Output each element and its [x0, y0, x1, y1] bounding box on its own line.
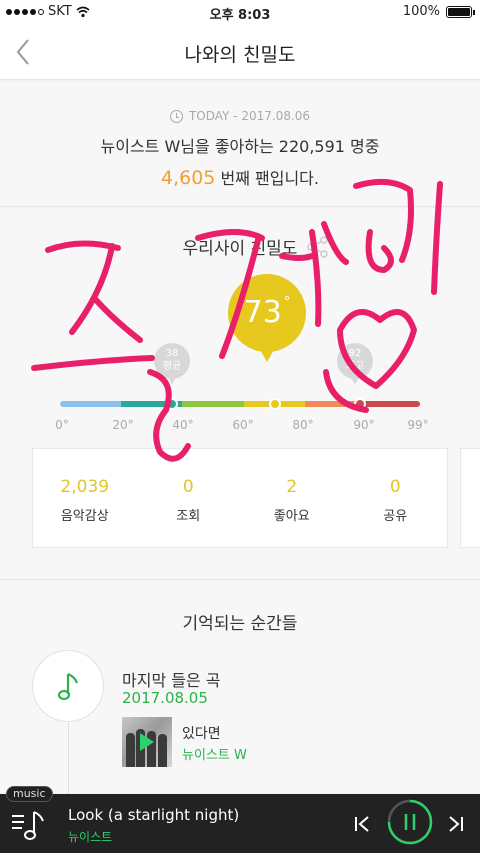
max-label: 최고	[345, 361, 365, 372]
music-badge: music	[6, 786, 53, 802]
average-marker	[166, 398, 178, 410]
gauge-segment	[182, 401, 244, 407]
fan-ranking-section: TODAY - 2017.08.06 뉴이스트 W님을 좋아하는 220,591…	[0, 81, 480, 207]
pause-icon	[387, 799, 433, 845]
gauge-tick-labels: 0° 20° 40° 60° 80° 90° 99°	[0, 418, 480, 436]
album-art[interactable]	[122, 717, 172, 767]
clock-icon	[169, 109, 183, 123]
page-title: 나와의 친밀도	[184, 44, 296, 66]
intimacy-section: 우리사이 친밀도 73 ° 38 평균 92 최고 0° 20° 40° 60° …	[0, 208, 480, 580]
moments-title: 기억되는 순간들	[182, 614, 298, 634]
max-value: 92	[348, 348, 362, 359]
stat-value: 0	[182, 477, 194, 497]
song-title[interactable]: 있다면	[182, 723, 221, 743]
timeline-line	[68, 721, 69, 801]
stat-label: 좋아요	[273, 509, 310, 524]
score-marker	[269, 398, 281, 410]
moments-section: 기억되는 순간들 마지막 들은 곡 2017.08.05 있다면 뉴이스트 W	[0, 581, 480, 801]
intimacy-score: 73	[243, 295, 282, 330]
stat-value: 2,039	[60, 477, 110, 497]
gauge-segment	[60, 401, 122, 407]
mini-player[interactable]: music Look (a starlight night) 뉴이스트	[0, 786, 480, 853]
skip-next-icon	[449, 816, 463, 832]
rank-suffix: 번째 팬입니다.	[220, 169, 320, 188]
battery-level	[448, 7, 470, 16]
battery-icon	[446, 5, 475, 18]
stat-label: 조회	[176, 509, 201, 524]
average-bubble: 38 평균	[154, 343, 190, 385]
play-icon	[140, 733, 154, 751]
skip-previous-icon	[355, 816, 369, 832]
previous-button[interactable]	[350, 812, 374, 836]
share-icon[interactable]	[306, 236, 330, 258]
status-bar: SKT 오후 8:03 100%	[0, 0, 480, 24]
stat-views: 0 조회	[137, 449, 241, 547]
playlist-icon[interactable]	[10, 808, 50, 848]
moment-title: 마지막 들은 곡	[122, 671, 221, 690]
now-playing-artist: 뉴이스트	[68, 830, 113, 844]
today-line: TODAY - 2017.08.06	[0, 109, 480, 123]
stat-value: 0	[389, 477, 401, 497]
average-value: 38	[165, 348, 179, 359]
activity-stats-card[interactable]: 2,039 음악감상 0 조회 2 좋아요 0 공유	[32, 448, 448, 548]
tick-label: 20°	[112, 418, 134, 432]
stat-label: 음악감상	[60, 509, 109, 524]
fan-count-text: 뉴이스트 W님을 좋아하는 220,591 명중	[100, 137, 380, 156]
battery-percent: 100%	[402, 4, 440, 19]
max-marker	[354, 398, 366, 410]
stat-listen: 2,039 음악감상	[33, 449, 137, 547]
average-label: 평균	[162, 361, 182, 372]
pause-button[interactable]	[386, 798, 434, 846]
stat-value: 2	[286, 477, 298, 497]
music-note-badge	[32, 650, 104, 722]
battery-area: 100%	[402, 4, 475, 19]
music-note-icon	[57, 672, 79, 701]
stat-likes: 2 좋아요	[240, 449, 344, 547]
intimacy-title: 우리사이 친밀도	[182, 239, 298, 259]
tick-label: 60°	[232, 418, 254, 432]
song-artist[interactable]: 뉴이스트 W	[182, 744, 247, 763]
intimacy-gauge-bar	[60, 401, 420, 407]
tick-label: 80°	[292, 418, 314, 432]
moment-date: 2017.08.05	[122, 689, 208, 707]
today-label: TODAY - 2017.08.06	[188, 109, 311, 123]
stat-label: 공유	[383, 509, 408, 524]
max-bubble: 92 최고	[337, 343, 373, 385]
rank-number: 4,605	[161, 167, 216, 189]
tick-label: 40°	[172, 418, 194, 432]
next-button[interactable]	[444, 812, 468, 836]
now-playing-title: Look (a starlight night)	[68, 806, 240, 824]
gauge-segment	[362, 401, 420, 407]
tick-label: 90°	[353, 418, 375, 432]
intimacy-score-bubble: 73 °	[228, 274, 306, 362]
tick-label: 0°	[55, 418, 69, 432]
next-stats-card[interactable]	[460, 448, 480, 548]
tick-label: 99°	[407, 418, 429, 432]
nav-bar: 나와의 친밀도	[0, 24, 480, 80]
stat-shares: 0 공유	[344, 449, 448, 547]
rank-line: 4,605 번째 팬입니다.	[0, 165, 480, 189]
